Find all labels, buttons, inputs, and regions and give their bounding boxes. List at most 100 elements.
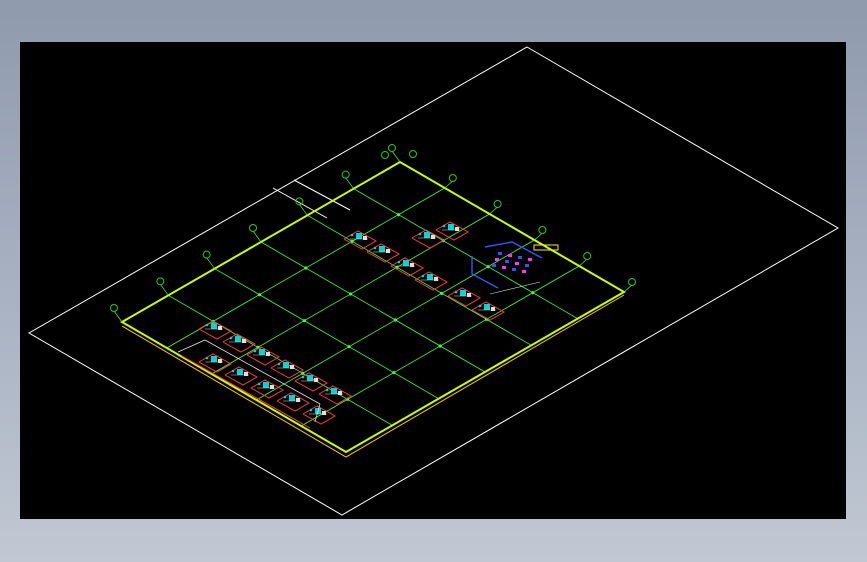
isometric-floor-plan	[28, 46, 839, 516]
equipment-unit	[435, 221, 470, 241]
unit-body	[424, 232, 430, 238]
unit-body	[307, 375, 313, 381]
grid-node	[301, 371, 305, 375]
equipment-unit	[276, 392, 311, 412]
unit-panel	[244, 372, 248, 376]
unit-panel	[270, 385, 274, 389]
unit-valve	[478, 304, 482, 308]
unit-valve	[373, 246, 377, 250]
unit-valve	[350, 233, 354, 237]
grid-line	[260, 241, 486, 373]
bubble-leader	[345, 177, 354, 189]
unit-body	[356, 233, 362, 239]
control-room-desk	[498, 252, 502, 255]
unit-valve	[229, 336, 233, 340]
cad-viewport[interactable]	[20, 42, 846, 519]
equipment-unit	[270, 359, 305, 379]
grid-bubble	[202, 250, 211, 259]
bubble-leader	[160, 284, 169, 296]
unit-valve	[309, 408, 313, 412]
unit-panel	[434, 277, 438, 281]
grid-bubble	[110, 304, 118, 312]
unit-panel	[491, 307, 495, 311]
equipment-unit	[198, 320, 233, 340]
unit-valve	[418, 232, 422, 236]
grid-bubble	[628, 278, 636, 286]
control-room-desk	[502, 266, 506, 269]
unit-valve	[454, 290, 458, 294]
equipment-unit	[471, 301, 506, 321]
grid-bubbles	[110, 144, 636, 323]
unit-panel	[455, 227, 459, 231]
unit-body	[289, 395, 295, 401]
unit-body	[379, 246, 385, 252]
control-room	[471, 241, 559, 295]
unit-panel	[242, 339, 246, 343]
equipment-layout	[177, 221, 559, 429]
unit-panel	[296, 398, 300, 402]
equipment-unit	[447, 287, 482, 307]
grid-node	[349, 292, 353, 296]
unit-panel	[322, 411, 326, 415]
control-room-desk	[492, 264, 496, 267]
unit-valve	[421, 274, 425, 278]
slab-outline	[120, 160, 626, 458]
unit-body	[263, 382, 269, 388]
control-room-desk	[512, 268, 516, 271]
control-room-desk	[495, 258, 499, 261]
unit-valve	[301, 375, 305, 379]
grid-bubble	[156, 277, 165, 286]
equipment-unit	[246, 346, 281, 366]
unit-panel	[410, 263, 414, 267]
control-room-desk	[518, 256, 522, 259]
grid-node	[440, 291, 444, 295]
unit-panel	[467, 293, 471, 297]
grid-bubble	[583, 252, 592, 260]
unit-panel	[266, 352, 270, 356]
grid-node	[302, 319, 306, 323]
grid-node	[393, 318, 397, 322]
unit-panel	[386, 249, 390, 253]
grid-bubble	[409, 150, 417, 158]
unit-panel	[314, 378, 318, 382]
grid-line	[214, 268, 439, 400]
grid-bubble	[493, 200, 502, 208]
bubble-leader	[489, 206, 498, 215]
bubble-leader	[623, 284, 633, 293]
grid-node	[486, 265, 490, 269]
unit-body	[235, 336, 241, 342]
control-room-desk	[528, 258, 532, 261]
unit-body	[448, 224, 454, 230]
equipment-unit	[294, 372, 329, 392]
grid-bubble	[538, 226, 547, 234]
title-block-line	[272, 187, 328, 219]
grid-node	[392, 371, 396, 375]
bubble-leader	[113, 310, 123, 323]
grid-bubble	[381, 151, 389, 159]
grid-node	[438, 344, 442, 348]
control-room-desk	[508, 254, 512, 257]
grid-bubble	[388, 144, 396, 152]
unit-valve	[397, 260, 401, 264]
unit-valve	[231, 369, 235, 373]
equipment-unit	[411, 229, 446, 249]
grid-node	[531, 291, 535, 295]
control-room-desk	[505, 260, 509, 263]
unit-body	[259, 349, 265, 355]
unit-valve	[442, 224, 446, 228]
sheet-border	[28, 46, 839, 516]
equipment-unit	[224, 366, 259, 386]
grid-bubble	[341, 170, 350, 179]
control-room-desk	[525, 264, 529, 267]
unit-body	[403, 260, 409, 266]
unit-valve	[283, 395, 287, 399]
unit-body	[460, 290, 466, 296]
unit-valve	[277, 362, 281, 366]
unit-panel	[431, 235, 435, 239]
unit-valve	[325, 388, 329, 392]
unit-body	[484, 304, 490, 310]
bubble-leader	[206, 257, 215, 269]
grid-node	[304, 266, 308, 270]
unit-panel	[218, 359, 222, 363]
control-room-wall	[484, 241, 543, 259]
